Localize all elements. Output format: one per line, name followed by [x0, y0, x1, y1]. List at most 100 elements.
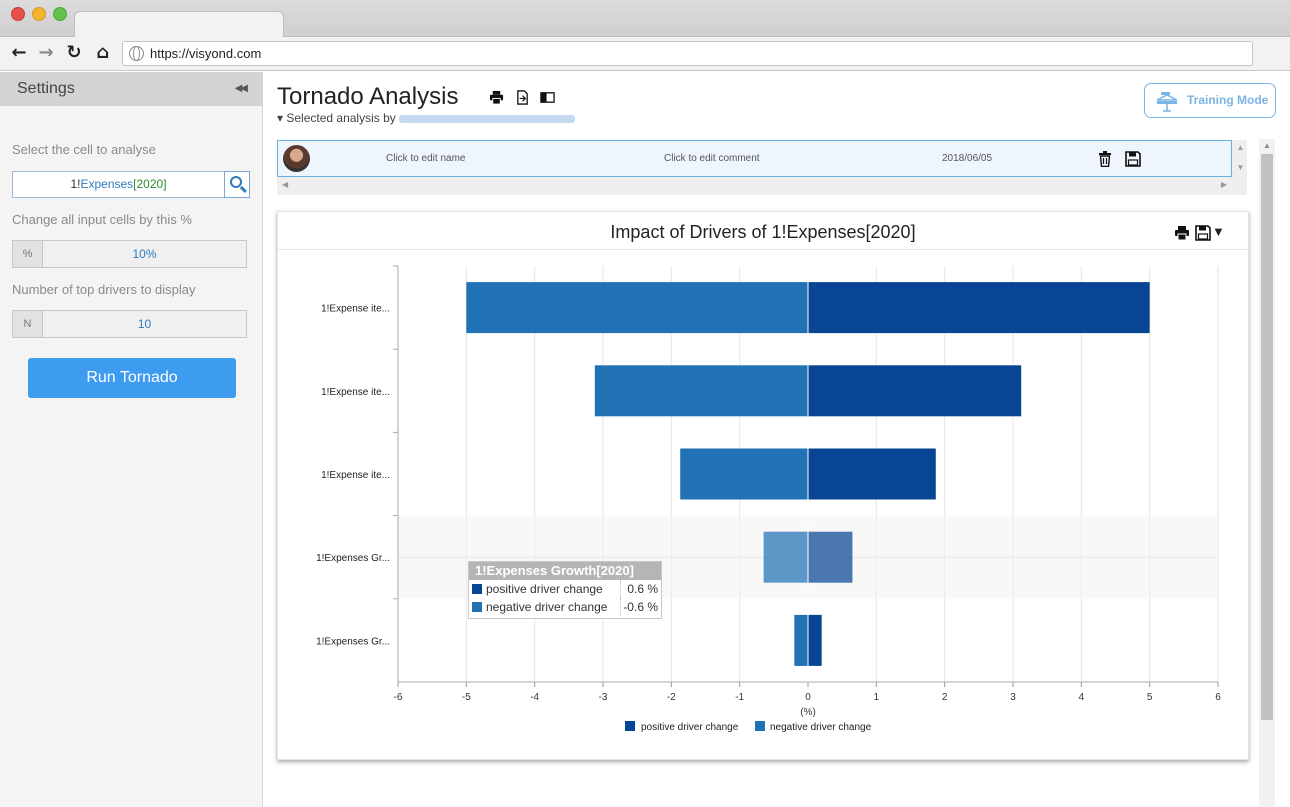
export-icon[interactable] — [515, 90, 530, 105]
scroll-down-icon[interactable]: ▼ — [1234, 163, 1247, 172]
cell-search-button[interactable] — [224, 171, 250, 198]
y-category-label: 1!Expense ite... — [321, 387, 390, 398]
cell-index: [2020] — [133, 177, 167, 191]
legend-label-negative: negative driver change — [770, 722, 872, 733]
caret-down-icon: ▾ — [277, 111, 284, 125]
scroll-up-icon[interactable]: ▲ — [1234, 143, 1247, 152]
page-scroll-thumb[interactable] — [1261, 154, 1273, 720]
tornado-chart: -6 -5 -4 -3 -2 -1 0 1 2 3 4 5 6 1!Expense ite... 1!Exp… — [316, 265, 1221, 733]
page-vertical-scrollbar[interactable]: ▲ — [1259, 139, 1275, 807]
bar-positive-driver-change — [808, 282, 1150, 334]
y-category-label: 1!Expenses Gr... — [316, 553, 390, 564]
chart-save-icon[interactable] — [1195, 225, 1211, 241]
page-title: Tornado Analysis — [277, 83, 459, 110]
chart-print-icon[interactable] — [1174, 225, 1190, 241]
training-mode-button[interactable]: Training Mode — [1144, 83, 1276, 118]
cell-input[interactable]: 1!Expenses[2020] — [12, 171, 225, 198]
tooltip-value: 0.6 % — [620, 580, 662, 598]
cell-name: Expenses — [80, 177, 134, 191]
close-window-button[interactable] — [11, 7, 25, 21]
legend-swatch-negative — [755, 721, 765, 731]
back-arrow-icon[interactable]: ← — [8, 42, 30, 64]
globe-icon — [129, 46, 144, 61]
list-horizontal-scrollbar[interactable]: ◀ ▶ — [277, 178, 1232, 192]
legend-label-positive: positive driver change — [641, 722, 739, 733]
y-category-label: 1!Expense ite... — [321, 470, 390, 481]
home-icon[interactable]: ⌂ — [92, 42, 114, 64]
analysis-row[interactable]: Click to edit name Click to edit comment… — [277, 140, 1232, 177]
collapse-sidebar-icon[interactable]: ◀◀ — [235, 72, 248, 106]
url-text: https://visyond.com — [150, 46, 262, 61]
trash-icon[interactable] — [1098, 151, 1112, 167]
bar-negative-driver-change — [763, 531, 808, 583]
change-percent-value: 10% — [132, 247, 157, 261]
forward-arrow-icon[interactable]: → — [35, 42, 57, 64]
browser-titlebar — [0, 0, 1290, 38]
bar-negative-driver-change — [466, 282, 808, 334]
selected-by-label: Selected analysis by — [286, 111, 396, 125]
scroll-left-icon[interactable]: ◀ — [282, 180, 288, 189]
x-tick-label: -3 — [599, 692, 608, 703]
easel-icon — [1156, 92, 1178, 112]
analysis-comment[interactable]: Click to edit comment — [664, 153, 760, 164]
bar-negative-driver-change — [680, 448, 808, 500]
x-tick-label: -2 — [667, 692, 676, 703]
tornado-chart-card: Impact of Drivers of 1!Expenses[2020] ▼ … — [277, 211, 1249, 760]
top-drivers-value: 10 — [137, 317, 152, 331]
x-tick-label: 0 — [805, 692, 811, 703]
percent-addon: % — [13, 241, 43, 267]
panel-icon[interactable] — [540, 90, 555, 105]
tooltip-label: negative driver change — [486, 600, 608, 614]
reload-icon[interactable]: ↻ — [63, 42, 85, 64]
x-tick-label: 1 — [874, 692, 880, 703]
x-tick-label: 3 — [1010, 692, 1016, 703]
change-label: Change all input cells by this % — [12, 212, 192, 227]
analysis-name[interactable]: Click to edit name — [386, 153, 465, 164]
x-tick-label: -6 — [394, 692, 403, 703]
maximize-window-button[interactable] — [53, 7, 67, 21]
sidebar-header: Settings ◀◀ — [0, 72, 262, 106]
scroll-right-icon[interactable]: ▶ — [1221, 180, 1227, 189]
chart-tools: ▼ — [1174, 224, 1225, 242]
bar-positive-driver-change — [808, 531, 853, 583]
bar-negative-driver-change — [594, 365, 808, 417]
legend-swatch-positive — [625, 721, 635, 731]
cell-label: Select the cell to analyse — [12, 142, 156, 157]
print-icon[interactable] — [489, 90, 504, 105]
tooltip-row-positive: positive driver change 0.6 % — [469, 580, 661, 598]
user-email-redacted — [398, 114, 575, 123]
tooltip-title: 1!Expenses Growth[2020] — [469, 562, 661, 580]
bar-positive-driver-change — [808, 448, 936, 500]
x-tick-label: -1 — [735, 692, 744, 703]
save-icon[interactable] — [1125, 151, 1141, 167]
browser-tab[interactable] — [74, 11, 284, 38]
x-tick-label: -5 — [462, 692, 471, 703]
cell-sheet: 1! — [70, 177, 81, 191]
list-vertical-scrollbar[interactable]: ▲ ▼ — [1234, 140, 1247, 177]
tooltip-label: positive driver change — [486, 582, 603, 596]
chart-tooltip: 1!Expenses Growth[2020] positive driver … — [468, 561, 662, 619]
page-scroll-up-icon[interactable]: ▲ — [1259, 141, 1275, 150]
x-tick-label: 6 — [1215, 692, 1221, 703]
n-addon: N — [13, 311, 43, 337]
change-percent-input[interactable]: % 10% — [12, 240, 247, 268]
analysis-list: Click to edit name Click to edit comment… — [277, 140, 1247, 195]
selected-analysis-line[interactable]: ▾ Selected analysis by — [277, 111, 575, 125]
analysis-date: 2018/06/05 — [942, 153, 993, 164]
x-tick-label: 4 — [1079, 692, 1085, 703]
url-bar[interactable]: https://visyond.com — [122, 41, 1253, 66]
bar-positive-driver-change — [808, 614, 822, 666]
run-tornado-button[interactable]: Run Tornado — [28, 358, 236, 398]
training-mode-label: Training Mode — [1187, 93, 1269, 107]
top-drivers-label: Number of top drivers to display — [12, 282, 196, 297]
tooltip-value: -0.6 % — [620, 598, 662, 616]
x-tick-label: 5 — [1147, 692, 1153, 703]
x-tick-label: -4 — [530, 692, 539, 703]
top-drivers-input[interactable]: N 10 — [12, 310, 247, 338]
tooltip-row-negative: negative driver change -0.6 % — [469, 598, 661, 616]
chart-menu-dropdown-icon[interactable]: ▼ — [1212, 224, 1225, 239]
sidebar-title: Settings — [17, 80, 75, 97]
settings-sidebar: Settings ◀◀ Select the cell to analyse 1… — [0, 72, 263, 807]
chart-title: Impact of Drivers of 1!Expenses[2020] — [278, 212, 1248, 250]
minimize-window-button[interactable] — [32, 7, 46, 21]
